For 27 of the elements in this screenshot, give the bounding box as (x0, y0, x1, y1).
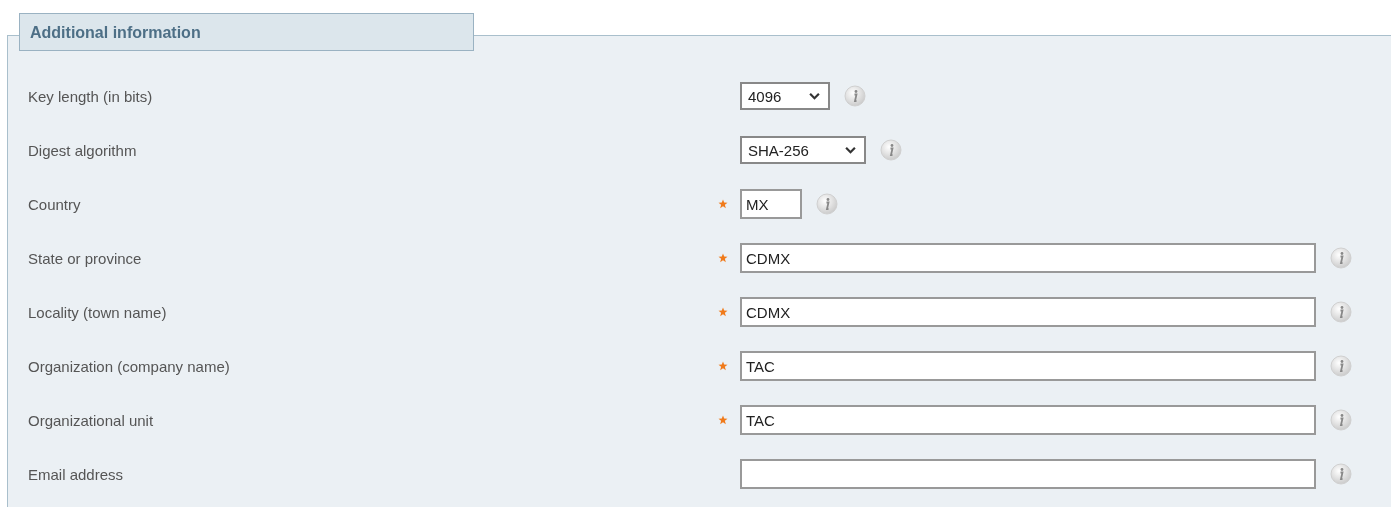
text-field[interactable]: CDMX (740, 297, 1316, 327)
info-icon[interactable] (816, 193, 838, 215)
field-label: Digest algorithm (28, 141, 138, 159)
dropdown[interactable]: 4096 (740, 82, 830, 110)
text-field[interactable]: MX (740, 189, 802, 219)
field-label: Organizational unit (28, 411, 155, 429)
field-label: State or province (28, 249, 143, 267)
field-label: Email address (28, 465, 125, 483)
caret-icon (809, 92, 820, 100)
info-icon[interactable] (844, 85, 866, 107)
field-label: Country (28, 195, 82, 213)
field-label: Locality (town name) (28, 303, 168, 321)
info-icon[interactable] (1330, 463, 1352, 485)
text-field[interactable]: CDMX (740, 243, 1316, 273)
field-label: Key length (in bits) (28, 87, 154, 105)
caret-icon (845, 146, 856, 154)
text-field[interactable] (740, 459, 1316, 489)
text-field[interactable]: TAC (740, 351, 1316, 381)
info-icon[interactable] (1330, 409, 1352, 431)
section-title: Additional information (19, 13, 474, 51)
info-icon[interactable] (1330, 247, 1352, 269)
text-field[interactable]: TAC (740, 405, 1316, 435)
info-icon[interactable] (880, 139, 902, 161)
info-icon[interactable] (1330, 301, 1352, 323)
field-label: Organization (company name) (28, 357, 231, 375)
info-icon[interactable] (1330, 355, 1352, 377)
dropdown[interactable]: SHA-256 (740, 136, 866, 164)
